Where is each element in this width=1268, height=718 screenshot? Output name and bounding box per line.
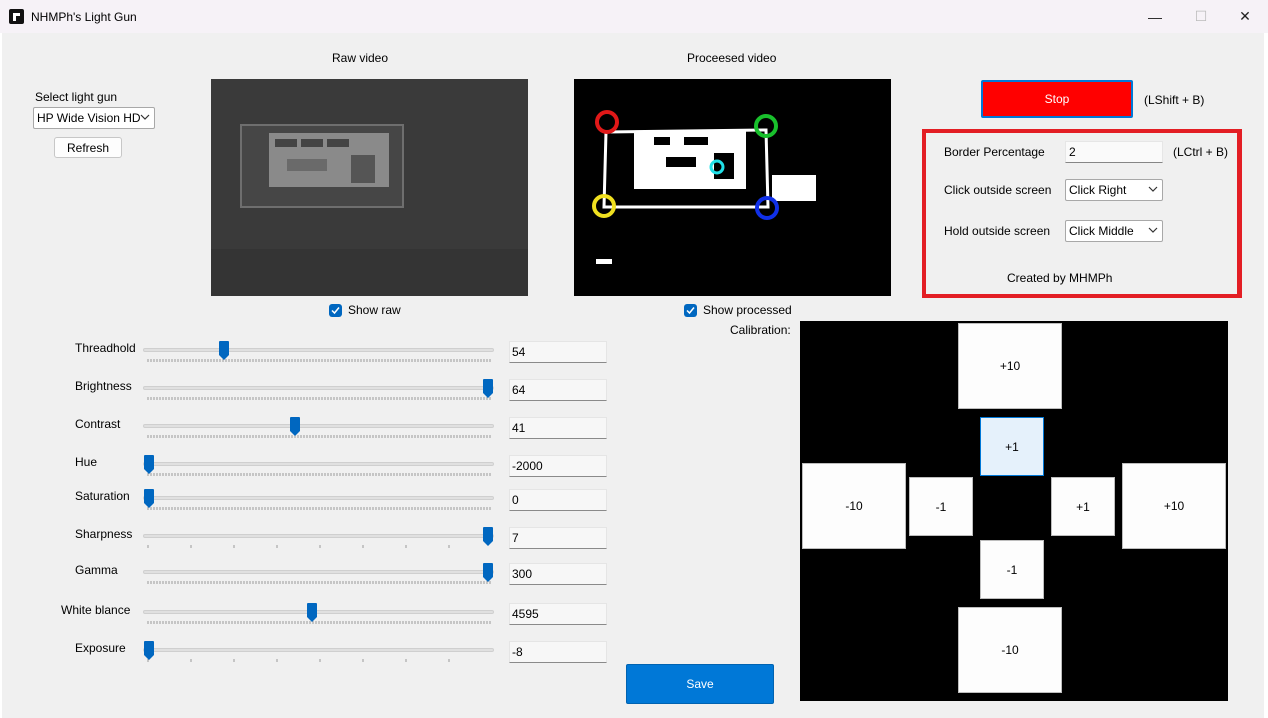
check-icon [331, 307, 340, 315]
slider-value-input[interactable]: -8 [509, 641, 607, 663]
slider-ticks [147, 397, 491, 400]
slider-track[interactable] [143, 348, 494, 352]
slider-label: Saturation [75, 489, 130, 503]
stop-button[interactable]: Stop [981, 80, 1133, 118]
credit-label: Created by MHMPh [1007, 271, 1113, 285]
slider-label: White blance [61, 603, 131, 617]
raw-video-header: Raw video [332, 51, 389, 65]
slider-ticks [147, 659, 450, 662]
processed-video-frame [574, 79, 891, 296]
slider-thumb[interactable] [218, 341, 229, 360]
slider-label: Contrast [75, 417, 121, 431]
slider-track[interactable] [143, 424, 494, 428]
calib-left-1-button[interactable]: -1 [909, 477, 973, 536]
check-icon [686, 307, 695, 315]
click-outside-label: Click outside screen [944, 183, 1052, 197]
slider-label: Gamma [75, 563, 118, 577]
raw-video-feed [211, 79, 528, 296]
calib-right-10-button[interactable]: +10 [1122, 463, 1226, 549]
title-bar: NHMPh's Light Gun — ☐ ✕ [0, 0, 1268, 33]
close-button[interactable]: ✕ [1222, 0, 1268, 33]
processed-video-feed [574, 79, 891, 296]
chevron-down-icon [1148, 186, 1158, 192]
slider-label: Hue [75, 455, 98, 469]
minimize-button[interactable]: — [1132, 0, 1178, 33]
slider-ticks [147, 359, 491, 362]
slider-thumb[interactable] [306, 603, 317, 622]
hold-outside-value: Click Middle [1069, 224, 1134, 238]
border-percentage-label: Border Percentage [944, 145, 1045, 159]
processed-video-header: Proceesed video [687, 51, 777, 65]
slider-label: Sharpness [75, 527, 133, 541]
slider-thumb[interactable] [483, 527, 493, 546]
chevron-down-icon [140, 112, 150, 122]
slider-ticks [147, 473, 491, 476]
select-gun-label: Select light gun [35, 90, 118, 104]
slider-value-input[interactable]: 64 [509, 379, 607, 401]
gun-icon [9, 9, 24, 24]
slider-track[interactable] [143, 534, 494, 538]
slider-track[interactable] [143, 570, 494, 574]
show-raw-checkbox[interactable] [329, 304, 342, 317]
raw-video-frame [211, 79, 528, 296]
click-outside-value: Click Right [1069, 183, 1127, 197]
slider-value-input[interactable]: 300 [509, 563, 607, 585]
slider-value-input[interactable]: -2000 [509, 455, 607, 477]
light-gun-select-value: HP Wide Vision HD [37, 111, 141, 125]
slider-track[interactable] [143, 496, 494, 500]
save-button[interactable]: Save [626, 664, 774, 704]
calib-down-10-button[interactable]: -10 [958, 607, 1062, 693]
click-outside-select[interactable]: Click Right [1065, 179, 1163, 201]
show-raw-label: Show raw [348, 303, 401, 317]
window-title: NHMPh's Light Gun [31, 10, 137, 24]
slider-track[interactable] [143, 610, 494, 614]
slider-value-input[interactable]: 41 [509, 417, 607, 439]
calib-up-10-button[interactable]: +10 [958, 323, 1062, 409]
slider-value-input[interactable]: 0 [509, 489, 607, 511]
calib-right-1-button[interactable]: +1 [1051, 477, 1115, 536]
hold-outside-label: Hold outside screen [944, 224, 1051, 238]
slider-value-input[interactable]: 54 [509, 341, 607, 363]
slider-thumb[interactable] [483, 379, 493, 398]
slider-label: Exposure [75, 641, 126, 655]
slider-track[interactable] [143, 462, 494, 466]
hold-outside-select[interactable]: Click Middle [1065, 220, 1163, 242]
slider-thumb[interactable] [144, 455, 154, 474]
slider-ticks [147, 545, 450, 548]
slider-ticks [147, 581, 491, 584]
show-processed-checkbox[interactable] [684, 304, 697, 317]
calibration-label: Calibration: [730, 323, 791, 337]
slider-value-input[interactable]: 7 [509, 527, 607, 549]
calibration-panel: +10 +1 -10 -1 +1 +10 -1 -10 [800, 321, 1228, 701]
calib-up-1-button[interactable]: +1 [980, 417, 1044, 476]
stop-hotkey-label: (LShift + B) [1144, 93, 1205, 107]
calib-down-1-button[interactable]: -1 [980, 540, 1044, 599]
main-client-area: Select light gun HP Wide Vision HD Refre… [2, 33, 1264, 718]
show-processed-label: Show processed [703, 303, 792, 317]
slider-ticks [147, 507, 491, 510]
slider-thumb[interactable] [289, 417, 300, 436]
slider-label: Threadhold [75, 341, 136, 355]
slider-thumb[interactable] [144, 489, 154, 508]
light-gun-select[interactable]: HP Wide Vision HD [33, 107, 155, 129]
slider-label: Brightness [75, 379, 132, 393]
refresh-button[interactable]: Refresh [54, 137, 122, 158]
slider-thumb[interactable] [144, 641, 154, 660]
chevron-down-icon [1148, 227, 1158, 233]
slider-ticks [147, 621, 491, 624]
border-percentage-input[interactable]: 2 [1065, 141, 1163, 163]
slider-track[interactable] [143, 386, 494, 390]
maximize-button[interactable]: ☐ [1178, 0, 1224, 33]
slider-thumb[interactable] [483, 563, 493, 582]
slider-track[interactable] [143, 648, 494, 652]
slider-value-input[interactable]: 4595 [509, 603, 607, 625]
calib-left-10-button[interactable]: -10 [802, 463, 906, 549]
border-hotkey-label: (LCtrl + B) [1173, 145, 1229, 159]
slider-ticks [147, 435, 491, 438]
